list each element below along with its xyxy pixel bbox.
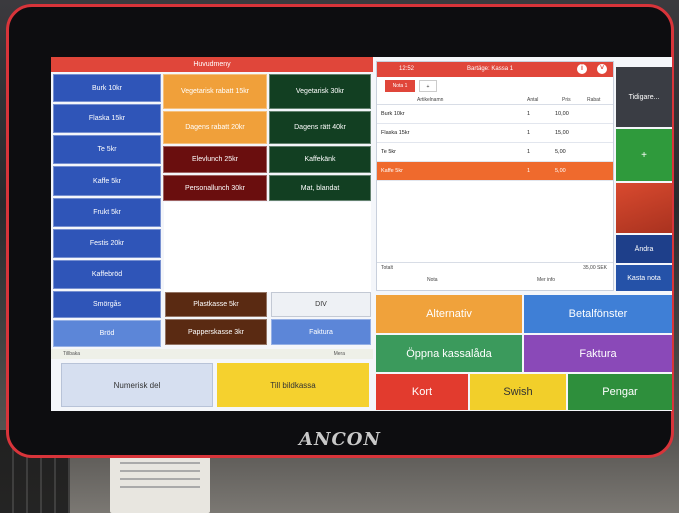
- row-price: 5,00: [555, 168, 566, 174]
- receipt-row[interactable]: Burk 10kr 1 10,00: [377, 105, 613, 124]
- row-qty: 1: [527, 149, 531, 155]
- back-link[interactable]: Tillbaka: [63, 351, 80, 357]
- tab-nota-1[interactable]: Nota 1: [385, 80, 415, 92]
- receipt-row[interactable]: Flaska 15kr 1 15,00: [377, 124, 613, 143]
- receipt-row-selected[interactable]: Kaffe 5kr 1 5,00: [377, 162, 613, 181]
- item-vegetarisk-button[interactable]: Vegetarisk 30kr: [269, 74, 371, 109]
- more-link[interactable]: Mera: [334, 351, 345, 357]
- row-price: 15,00: [555, 130, 569, 136]
- item-personallunch-button[interactable]: Personallunch 30kr: [163, 175, 267, 201]
- item-frukt-button[interactable]: Frukt 5kr: [53, 198, 161, 227]
- total-label: Totalt: [381, 265, 393, 271]
- receipt-panel: 12:52 Bartäge: Kassa 1 i ˅ Nota 1 + Arti…: [376, 61, 614, 291]
- add-button[interactable]: +: [616, 129, 672, 181]
- row-name: Te 5kr: [381, 149, 396, 155]
- register-title: Bartäge: Kassa 1: [467, 66, 514, 72]
- chevron-down-icon[interactable]: ˅: [597, 64, 607, 74]
- col-pris: Pris: [562, 97, 571, 103]
- faktura-small-button[interactable]: Faktura: [271, 319, 371, 345]
- receipt-columns: Artikelnamn Antal Pris Rabat: [377, 95, 613, 105]
- item-mat-blandat-button[interactable]: Mat, blandat: [269, 175, 371, 201]
- div-button[interactable]: DIV: [271, 292, 371, 317]
- pager-row: Tillbaka Mera: [51, 349, 373, 359]
- alternativ-button[interactable]: Alternativ: [376, 295, 522, 333]
- brand-logo: ANCON: [299, 429, 381, 450]
- swish-button[interactable]: Swish: [470, 374, 566, 410]
- col-rabatt: Rabat: [587, 97, 601, 103]
- col-artikelnamn: Artikelnamn: [417, 97, 444, 103]
- row-qty: 1: [527, 168, 531, 174]
- numerisk-del-button[interactable]: Numerisk del: [61, 363, 213, 407]
- total-value: 35,00 SEK: [583, 265, 607, 271]
- add-nota-tab[interactable]: +: [419, 80, 437, 92]
- item-papperskasse-button[interactable]: Papperskasse 3kr: [165, 319, 267, 345]
- andra-button[interactable]: Ändra: [616, 235, 672, 263]
- item-vegetarisk-rabatt-button[interactable]: Vegetarisk rabatt 15kr: [163, 74, 267, 109]
- row-name: Burk 10kr: [381, 111, 405, 117]
- clock: 12:52: [399, 66, 415, 72]
- item-smorgas-button[interactable]: Smörgås: [53, 291, 161, 318]
- row-name: Flaska 15kr: [381, 130, 410, 136]
- item-kaffekank-button[interactable]: Kaffekänk: [269, 146, 371, 173]
- item-flaska-button[interactable]: Flaska 15kr: [53, 104, 161, 133]
- item-elevlunch-button[interactable]: Elevlunch 25kr: [163, 146, 267, 173]
- oppna-kassalada-button[interactable]: Öppna kassalåda: [376, 335, 522, 372]
- pengar-button[interactable]: Pengar: [568, 374, 672, 410]
- item-kaffe-button[interactable]: Kaffe 5kr: [53, 166, 161, 196]
- till-bildkassa-button[interactable]: Till bildkassa: [217, 363, 369, 407]
- row-price: 10,00: [555, 111, 569, 117]
- item-dagens-rabatt-button[interactable]: Dagens rabatt 20kr: [163, 111, 267, 144]
- row-qty: 1: [527, 111, 531, 117]
- empty-menu-area: [164, 202, 371, 292]
- item-festis-button[interactable]: Festis 20kr: [53, 229, 161, 258]
- mer-info-link[interactable]: Mer info: [537, 277, 555, 283]
- item-burk-button[interactable]: Burk 10kr: [53, 74, 161, 102]
- kort-button[interactable]: Kort: [376, 374, 468, 410]
- item-brod-button[interactable]: Bröd: [53, 320, 161, 347]
- item-te-button[interactable]: Te 5kr: [53, 135, 161, 164]
- col-antal: Antal: [527, 97, 539, 103]
- receipt-header: 12:52 Bartäge: Kassa 1 i ˅: [377, 62, 613, 77]
- item-kaffebrod-button[interactable]: Kaffebröd: [53, 260, 161, 289]
- kasta-nota-button[interactable]: Kasta nota: [616, 265, 672, 291]
- menu-title: Huvudmeny: [51, 57, 373, 72]
- info-icon[interactable]: i: [577, 64, 587, 74]
- row-name: Kaffe 5kr: [381, 168, 403, 174]
- tidigare-button[interactable]: Tidigare...: [616, 67, 672, 127]
- row-qty: 1: [527, 130, 531, 136]
- item-plastkasse-button[interactable]: Plastkasse 5kr: [165, 292, 267, 317]
- faktura-button[interactable]: Faktura: [524, 335, 672, 372]
- item-dagens-ratt-button[interactable]: Dagens rätt 40kr: [269, 111, 371, 144]
- nota-link[interactable]: Nota: [427, 277, 438, 283]
- pos-screen: Huvudmeny Burk 10kr Flaska 15kr Te 5kr K…: [51, 57, 672, 411]
- paper-receipt: [110, 456, 210, 513]
- color-button[interactable]: [616, 183, 672, 233]
- receipt-total: Totalt 35,00 SEK Nota Mer info: [377, 262, 613, 290]
- receipt-row[interactable]: Te 5kr 1 5,00: [377, 143, 613, 162]
- betalfonster-button[interactable]: Betalfönster: [524, 295, 672, 333]
- row-price: 5,00: [555, 149, 566, 155]
